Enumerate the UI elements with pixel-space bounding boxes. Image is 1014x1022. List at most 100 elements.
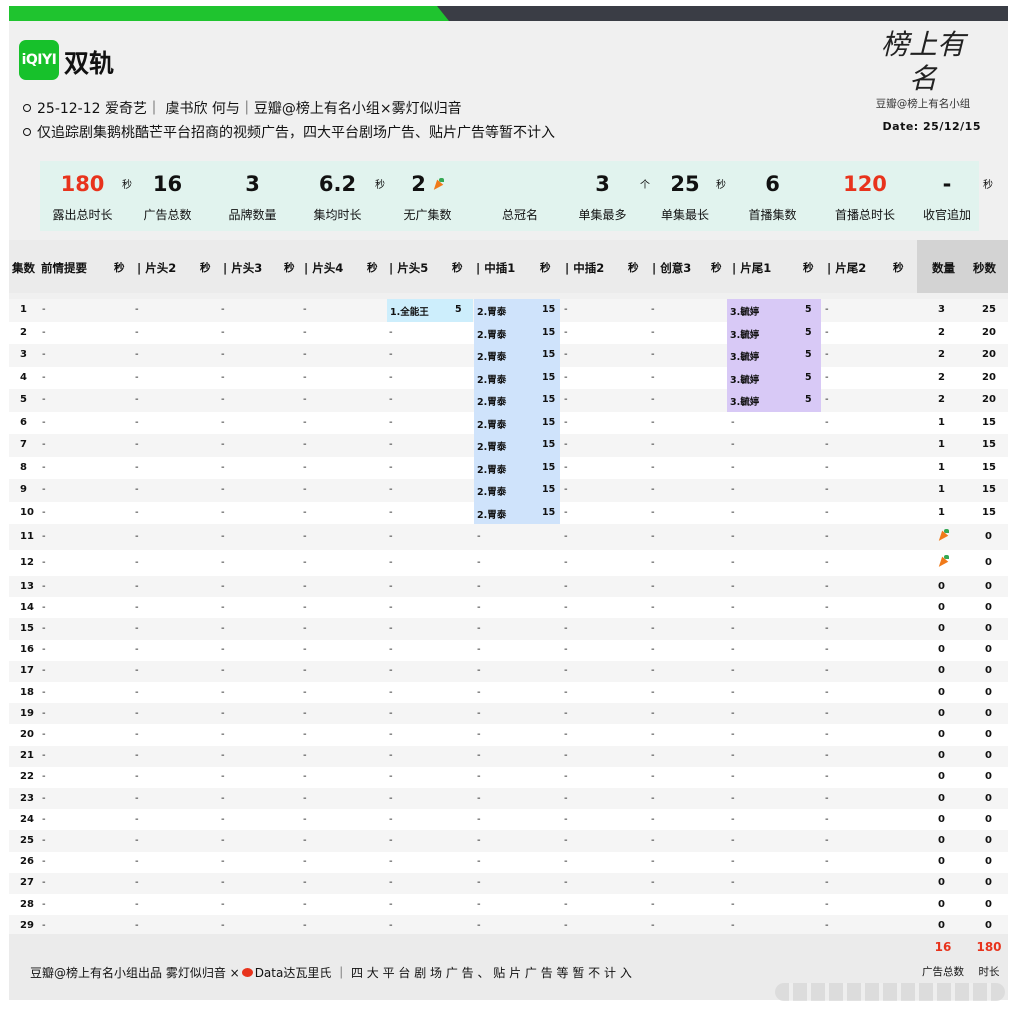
ad-seconds: 5: [805, 349, 812, 361]
empty-cell: -: [135, 792, 139, 804]
empty-cell: -: [564, 813, 568, 825]
ad-name: 3.毓婷: [730, 397, 760, 409]
bullet-icon: [23, 128, 31, 136]
empty-cell: -: [651, 484, 655, 496]
empty-cell: -: [303, 439, 307, 451]
empty-cell: -: [135, 750, 139, 762]
empty-cell: -: [389, 792, 393, 804]
empty-cell: -: [731, 898, 735, 910]
stat-4: 2 无广集数: [380, 161, 475, 231]
ad-seconds-total: 20: [982, 326, 996, 338]
empty-cell: -: [303, 557, 307, 568]
episode-number: 12: [20, 557, 34, 568]
watermark: [775, 983, 1005, 1001]
empty-cell: -: [477, 707, 481, 719]
stat-8: 6 首播集数: [730, 161, 815, 231]
episode-number: 9: [20, 484, 27, 496]
ad-count: 2: [938, 371, 945, 383]
episode-number: 26: [20, 856, 34, 868]
table-row-cells: 26- - - - - - - - - -0 0: [9, 856, 1008, 868]
stat-9: 120 首播总时长: [815, 161, 915, 231]
header-sec-unit: 秒: [893, 262, 904, 274]
empty-cell: -: [303, 729, 307, 740]
table-row-cells: 1 - - - - - - - 1.全能王 5 2.胃泰 15 3.毓婷 5 3 25: [9, 304, 1008, 318]
header-count: 数量: [932, 261, 955, 275]
episode-number: 15: [20, 623, 34, 634]
empty-cell: -: [731, 729, 735, 740]
ad-seconds-total: 20: [982, 394, 996, 406]
empty-cell: -: [42, 835, 46, 846]
empty-cell: -: [564, 601, 568, 613]
empty-cell: -: [564, 304, 568, 316]
episode-number: 8: [20, 461, 27, 473]
empty-cell: -: [389, 877, 393, 889]
empty-cell: -: [389, 919, 393, 931]
empty-cell: -: [135, 898, 139, 910]
empty-cell: -: [825, 898, 829, 910]
empty-cell: -: [389, 484, 393, 496]
empty-cell: -: [825, 484, 829, 496]
empty-cell: -: [42, 898, 46, 910]
empty-cell: -: [221, 707, 225, 719]
empty-cell: -: [389, 461, 393, 473]
empty-cell: -: [221, 919, 225, 931]
iqiyi-logo: iQIYI: [19, 40, 59, 80]
empty-cell: -: [825, 856, 829, 868]
header-c10: | 片尾2: [827, 261, 867, 275]
empty-cell: -: [42, 792, 46, 804]
empty-cell: -: [564, 416, 568, 428]
ad-seconds-total: 0: [985, 623, 992, 634]
ad-seconds-total: 15: [982, 484, 996, 496]
footer-text-b: Data达瓦里氏 ｜ 四 大 平 台 剧 场 广 告 、 贴 片 广 告 等 暂…: [254, 966, 632, 980]
stat-label: 单集最多: [578, 208, 627, 222]
empty-cell: -: [825, 686, 829, 698]
empty-cell: -: [825, 813, 829, 825]
ad-seconds: 5: [805, 371, 812, 383]
episode-number: 28: [20, 898, 34, 910]
empty-cell: -: [389, 665, 393, 677]
empty-cell: -: [651, 326, 655, 338]
ad-name: 2.胃泰: [477, 352, 507, 364]
table-row-cells: 20- - - - - - - - - -0 0: [9, 729, 1008, 741]
episode-number: 25: [20, 835, 34, 846]
table-header: 集数 前情提要 秒 | 片头2 秒 | 片头3 秒 | 片头4 秒 | 片头5 秒 | 中插1 秒 | 中…: [9, 240, 1008, 293]
ad-seconds: 15: [542, 394, 556, 406]
ad-seconds-total: 0: [985, 665, 992, 677]
empty-cell: -: [221, 792, 225, 804]
empty-cell: -: [825, 707, 829, 719]
empty-cell: -: [825, 304, 829, 316]
stat-6: 3 个单集最多: [565, 161, 650, 231]
ad-seconds: 15: [542, 461, 556, 473]
ad-seconds-total: 0: [985, 898, 992, 910]
empty-cell: -: [221, 729, 225, 740]
episode-number: 1: [20, 304, 27, 316]
empty-cell: -: [477, 792, 481, 804]
stat-value: 2: [411, 172, 426, 196]
empty-cell: -: [825, 665, 829, 677]
ad-seconds-total: 0: [985, 557, 992, 568]
empty-cell: -: [564, 506, 568, 518]
empty-cell: -: [651, 707, 655, 719]
stat-label: 露出总时长: [52, 208, 113, 222]
table-row-cells: 27- - - - - - - - - -0 0: [9, 877, 1008, 889]
empty-cell: -: [651, 877, 655, 889]
empty-cell: -: [221, 484, 225, 496]
empty-cell: -: [564, 792, 568, 804]
empty-cell: -: [42, 729, 46, 740]
empty-cell: -: [42, 813, 46, 825]
empty-cell: -: [564, 580, 568, 592]
empty-cell: -: [825, 729, 829, 740]
empty-cell: -: [135, 557, 139, 568]
empty-cell: -: [564, 665, 568, 677]
empty-cell: -: [825, 394, 829, 406]
empty-cell: -: [651, 531, 655, 542]
empty-cell: -: [221, 898, 225, 910]
episode-number: 27: [20, 877, 34, 889]
empty-cell: -: [651, 304, 655, 316]
empty-cell: -: [135, 349, 139, 361]
stat-label: 首播集数: [748, 208, 797, 222]
empty-cell: -: [825, 750, 829, 762]
empty-cell: -: [389, 644, 393, 656]
empty-cell: -: [303, 531, 307, 542]
empty-cell: -: [731, 416, 735, 428]
